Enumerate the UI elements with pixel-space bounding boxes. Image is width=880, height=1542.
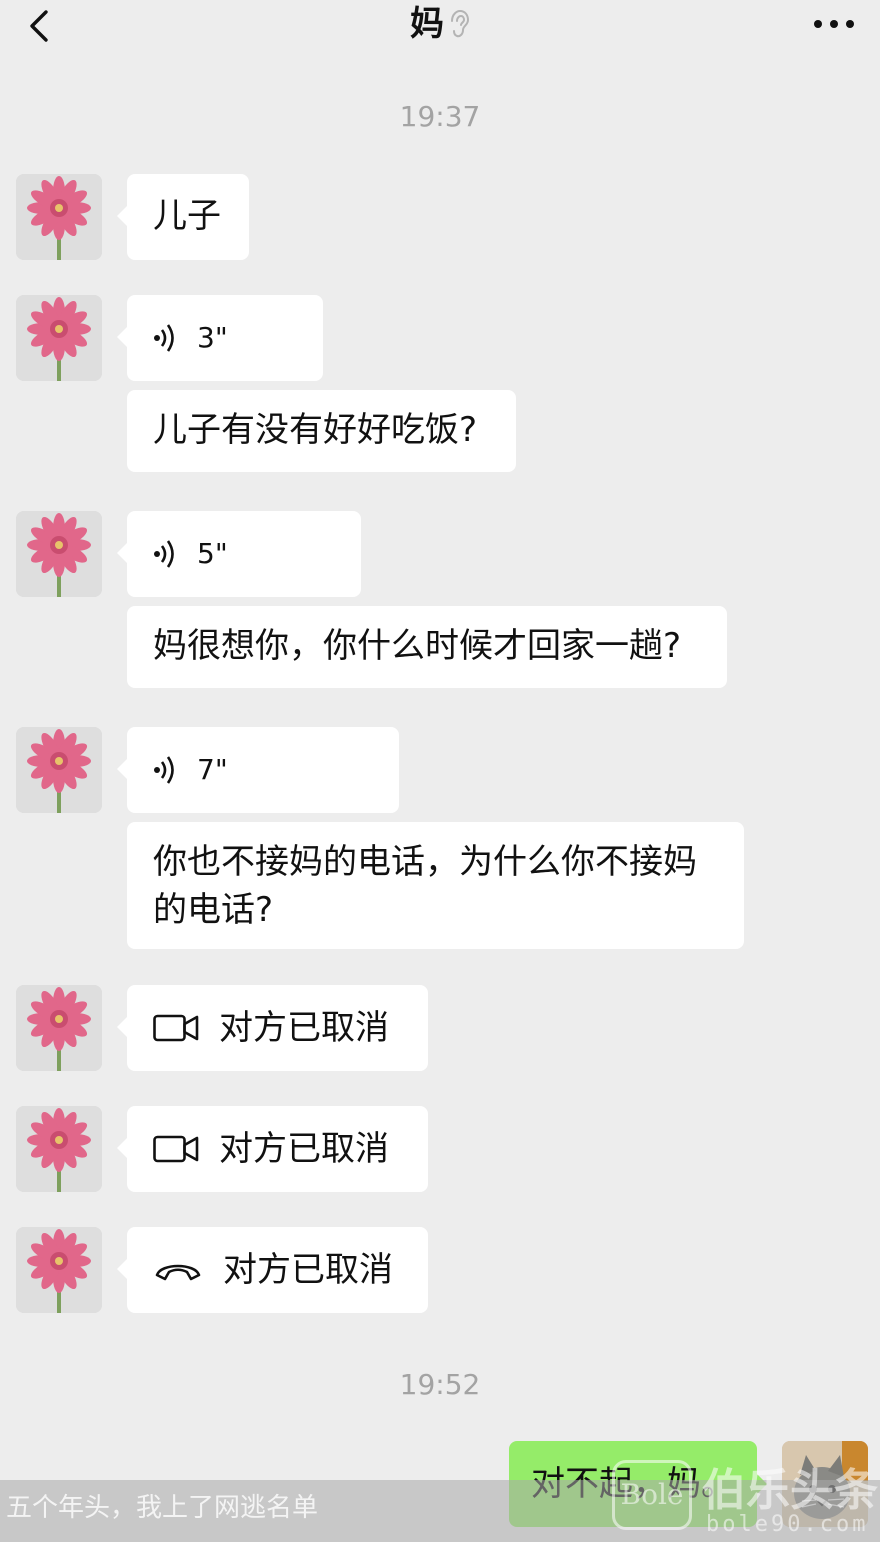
- more-button[interactable]: [812, 12, 856, 36]
- message-bubble[interactable]: 儿子: [117, 174, 249, 260]
- voice-wave-icon: [153, 756, 174, 784]
- message-text: 儿子有没有好好吃饭?: [153, 410, 478, 450]
- call-status-text: 对方已取消: [219, 1129, 389, 1169]
- chat-title: 妈: [410, 4, 444, 44]
- more-dots-icon: [814, 20, 854, 28]
- video-call-record[interactable]: 对方已取消: [117, 985, 428, 1071]
- avatar[interactable]: [16, 985, 102, 1071]
- voice-wave-icon: [153, 540, 174, 568]
- voice-call-record[interactable]: 对方已取消: [117, 1227, 428, 1313]
- chat-title-row: 妈: [0, 4, 880, 44]
- watermark-brand: 伯乐头条: [702, 1465, 878, 1516]
- watermark: Bole 伯乐头条 bole90.com: [610, 1450, 880, 1540]
- avatar[interactable]: [16, 727, 102, 813]
- voice-wave-icon: [153, 324, 174, 352]
- message-bubble[interactable]: 妈很想你，你什么时候才回家一趟?: [127, 606, 727, 688]
- message-bubble[interactable]: 儿子有没有好好吃饭?: [127, 390, 516, 472]
- flower-avatar-image: [16, 1227, 102, 1313]
- voice-duration: 7": [197, 753, 228, 786]
- voice-message[interactable]: 5": [117, 511, 361, 597]
- voice-message[interactable]: 3": [117, 295, 323, 381]
- voice-message[interactable]: 7": [117, 727, 399, 813]
- avatar[interactable]: [16, 174, 102, 260]
- caption-text: 五个年头，我上了网逃名单: [6, 1493, 319, 1523]
- message-text-line: 你也不接妈的电话，为什么你不接妈: [153, 842, 697, 882]
- message-text: 儿子: [153, 196, 221, 236]
- video-call-record[interactable]: 对方已取消: [117, 1106, 428, 1192]
- call-status-text: 对方已取消: [219, 1008, 389, 1048]
- flower-avatar-image: [16, 1106, 102, 1192]
- voice-duration: 3": [197, 321, 228, 354]
- flower-avatar-image: [16, 727, 102, 813]
- message-text-line: 的电话?: [153, 890, 274, 930]
- timestamp: 19:37: [399, 100, 481, 133]
- phone-hangup-icon: [155, 1264, 201, 1281]
- watermark-logo: Bole: [612, 1460, 692, 1530]
- message-text: 妈很想你，你什么时候才回家一趟?: [153, 626, 682, 666]
- flower-avatar-image: [16, 985, 102, 1071]
- ear-icon: [451, 9, 470, 38]
- call-status-text: 对方已取消: [223, 1250, 393, 1290]
- avatar[interactable]: [16, 295, 102, 381]
- message-bubble[interactable]: 你也不接妈的电话，为什么你不接妈 的电话?: [127, 822, 744, 949]
- avatar[interactable]: [16, 1106, 102, 1192]
- timestamp: 19:52: [399, 1368, 481, 1401]
- flower-avatar-image: [16, 174, 102, 260]
- avatar[interactable]: [16, 1227, 102, 1313]
- voice-duration: 5": [197, 537, 228, 570]
- flower-avatar-image: [16, 295, 102, 381]
- watermark-site: bole90.com: [706, 1512, 869, 1537]
- video-camera-icon: [153, 1135, 199, 1163]
- chat-header: 妈: [0, 0, 880, 60]
- flower-avatar-image: [16, 511, 102, 597]
- video-camera-icon: [153, 1014, 199, 1042]
- avatar[interactable]: [16, 511, 102, 597]
